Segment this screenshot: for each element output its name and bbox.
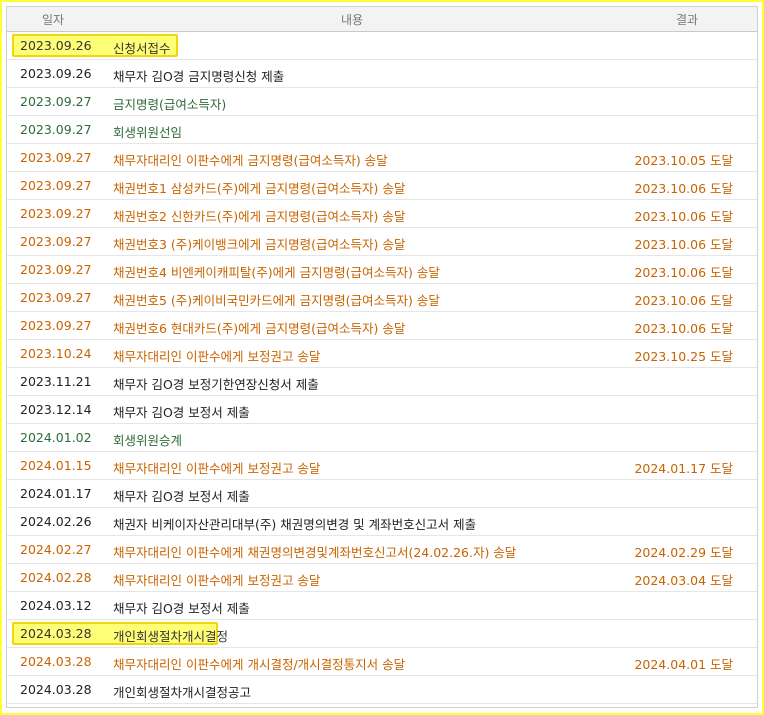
row-date: 2023.09.27 bbox=[20, 94, 92, 109]
row-result: 2023.10.06 도달 bbox=[634, 237, 733, 252]
row-date: 2023.09.27 bbox=[20, 150, 92, 165]
header-date: 일자 bbox=[42, 13, 65, 27]
table-body: 2023.09.26 신청서접수 2023.09.26 채무자 김O경 금지명령신청 … bbox=[7, 32, 757, 704]
row-result: 2024.02.29 도달 bbox=[634, 545, 733, 560]
header-result: 결과 bbox=[676, 13, 699, 27]
row-result: 2023.10.06 도달 bbox=[634, 265, 733, 280]
row-result: 2024.04.01 도달 bbox=[634, 657, 733, 672]
row-content: 회생위원승계 bbox=[113, 433, 183, 448]
row-content: 채무자대리인 이판수에게 금지명령(급여소득자) 송달 bbox=[113, 153, 388, 168]
row-content: 채권번호2 신한카드(주)에게 금지명령(급여소득자) 송달 bbox=[113, 209, 406, 224]
row-content: 금지명령(급여소득자) bbox=[113, 97, 227, 112]
table-row: 2023.09.27 채권번호1 삼성카드(주)에게 금지명령(급여소득자) 송달… bbox=[7, 172, 757, 200]
row-content: 채무자대리인 이판수에게 보정권고 송달 bbox=[113, 461, 321, 476]
table-header: 일자 내용 결과 bbox=[7, 7, 757, 32]
table-row: 2023.11.21 채무자 김O경 보정기한연장신청서 제출 bbox=[7, 368, 757, 396]
row-date: 2024.03.28 bbox=[20, 626, 92, 641]
row-content: 채권번호1 삼성카드(주)에게 금지명령(급여소득자) 송달 bbox=[113, 181, 406, 196]
table-row: 2024.03.28 개인회생절차개시결정 bbox=[7, 620, 757, 648]
row-content: 개인회생절차개시결정 bbox=[113, 629, 229, 644]
table-row: 2023.09.27 채권번호5 (주)케이비국민카드에게 금지명령(급여소득자)… bbox=[7, 284, 757, 312]
table-row: 2024.03.28 개인회생절차개시결정공고 bbox=[7, 676, 757, 704]
row-content: 개인회생절차개시결정공고 bbox=[113, 685, 252, 700]
row-date: 2024.02.26 bbox=[20, 514, 92, 529]
table-row: 2023.09.26 채무자 김O경 금지명령신청 제출 bbox=[7, 60, 757, 88]
row-result: 2023.10.05 도달 bbox=[634, 153, 733, 168]
table-row: 2023.09.26 신청서접수 bbox=[7, 32, 757, 60]
row-date: 2024.01.17 bbox=[20, 486, 92, 501]
row-content: 채무자 김O경 보정서 제출 bbox=[113, 405, 250, 420]
row-date: 2023.10.24 bbox=[20, 346, 92, 361]
row-date: 2024.01.02 bbox=[20, 430, 92, 445]
row-content: 채무자 김O경 보정기한연장신청서 제출 bbox=[113, 377, 319, 392]
row-result: 2023.10.06 도달 bbox=[634, 293, 733, 308]
row-date: 2023.12.14 bbox=[20, 402, 92, 417]
row-date: 2023.09.27 bbox=[20, 122, 92, 137]
row-result: 2024.01.17 도달 bbox=[634, 461, 733, 476]
table-row: 2023.09.27 채권번호2 신한카드(주)에게 금지명령(급여소득자) 송달… bbox=[7, 200, 757, 228]
table-row: 2024.03.12 채무자 김O경 보정서 제출 bbox=[7, 592, 757, 620]
row-date: 2023.09.27 bbox=[20, 318, 92, 333]
row-date: 2023.09.27 bbox=[20, 290, 92, 305]
row-date: 2024.02.28 bbox=[20, 570, 92, 585]
table-row: 2024.02.26 채권자 비케이자산관리대부(주) 채권명의변경 및 계좌번호… bbox=[7, 508, 757, 536]
row-content: 신청서접수 bbox=[113, 41, 171, 56]
row-date: 2024.02.27 bbox=[20, 542, 92, 557]
row-date: 2023.09.26 bbox=[20, 38, 92, 53]
row-result: 2023.10.06 도달 bbox=[634, 209, 733, 224]
row-content: 채권번호5 (주)케이비국민카드에게 금지명령(급여소득자) 송달 bbox=[113, 293, 440, 308]
row-date: 2024.01.15 bbox=[20, 458, 92, 473]
row-content: 채권자 비케이자산관리대부(주) 채권명의변경 및 계좌번호신고서 제출 bbox=[113, 517, 477, 532]
row-date: 2023.09.27 bbox=[20, 262, 92, 277]
table-row: 2024.02.28 채무자대리인 이판수에게 보정권고 송달 2024.03.04… bbox=[7, 564, 757, 592]
table-row: 2024.03.28 채무자대리인 이판수에게 개시결정/개시결정통지서 송달 20… bbox=[7, 648, 757, 676]
table-row: 2023.10.24 채무자대리인 이판수에게 보정권고 송달 2023.10.25… bbox=[7, 340, 757, 368]
row-date: 2023.11.21 bbox=[20, 374, 92, 389]
row-date: 2024.03.12 bbox=[20, 598, 92, 613]
table-row: 2023.09.27 채무자대리인 이판수에게 금지명령(급여소득자) 송달 202… bbox=[7, 144, 757, 172]
row-date: 2024.03.28 bbox=[20, 682, 92, 697]
row-date: 2023.09.27 bbox=[20, 234, 92, 249]
table-row: 2023.09.27 채권번호4 비엔케이캐피탈(주)에게 금지명령(급여소득자)… bbox=[7, 256, 757, 284]
table-row: 2023.09.27 채권번호3 (주)케이뱅크에게 금지명령(급여소득자) 송달… bbox=[7, 228, 757, 256]
row-content: 채무자대리인 이판수에게 보정권고 송달 bbox=[113, 349, 321, 364]
row-result: 2024.03.04 도달 bbox=[634, 573, 733, 588]
case-progress-table: 일자 내용 결과 2023.09.26 신청서접수 2023.09.26 채무자 김O… bbox=[6, 6, 758, 708]
row-result: 2023.10.06 도달 bbox=[634, 321, 733, 336]
row-date: 2023.09.27 bbox=[20, 178, 92, 193]
row-result: 2023.10.25 도달 bbox=[634, 349, 733, 364]
row-content: 채무자 김O경 보정서 제출 bbox=[113, 601, 250, 616]
row-date: 2023.09.27 bbox=[20, 206, 92, 221]
table-row: 2023.09.27 회생위원선임 bbox=[7, 116, 757, 144]
row-content: 채무자 김O경 금지명령신청 제출 bbox=[113, 69, 285, 84]
row-content: 채무자대리인 이판수에게 채권명의변경및계좌번호신고서(24.02.26.자) … bbox=[113, 545, 517, 560]
table-row: 2024.01.15 채무자대리인 이판수에게 보정권고 송달 2024.01.17… bbox=[7, 452, 757, 480]
row-result: 2023.10.06 도달 bbox=[634, 181, 733, 196]
row-content: 채무자대리인 이판수에게 보정권고 송달 bbox=[113, 573, 321, 588]
table-row: 2024.01.17 채무자 김O경 보정서 제출 bbox=[7, 480, 757, 508]
row-date: 2024.03.28 bbox=[20, 654, 92, 669]
header-content: 내용 bbox=[341, 13, 364, 27]
row-content: 채무자 김O경 보정서 제출 bbox=[113, 489, 250, 504]
table-row: 2023.09.27 금지명령(급여소득자) bbox=[7, 88, 757, 116]
row-content: 채권번호6 현대카드(주)에게 금지명령(급여소득자) 송달 bbox=[113, 321, 406, 336]
table-row: 2024.01.02 회생위원승계 bbox=[7, 424, 757, 452]
row-content: 회생위원선임 bbox=[113, 125, 183, 140]
table-row: 2023.12.14 채무자 김O경 보정서 제출 bbox=[7, 396, 757, 424]
row-content: 채무자대리인 이판수에게 개시결정/개시결정통지서 송달 bbox=[113, 657, 406, 672]
table-row: 2024.02.27 채무자대리인 이판수에게 채권명의변경및계좌번호신고서(24… bbox=[7, 536, 757, 564]
table-row: 2023.09.27 채권번호6 현대카드(주)에게 금지명령(급여소득자) 송달… bbox=[7, 312, 757, 340]
row-content: 채권번호3 (주)케이뱅크에게 금지명령(급여소득자) 송달 bbox=[113, 237, 406, 252]
row-content: 채권번호4 비엔케이캐피탈(주)에게 금지명령(급여소득자) 송달 bbox=[113, 265, 440, 280]
row-date: 2023.09.26 bbox=[20, 66, 92, 81]
